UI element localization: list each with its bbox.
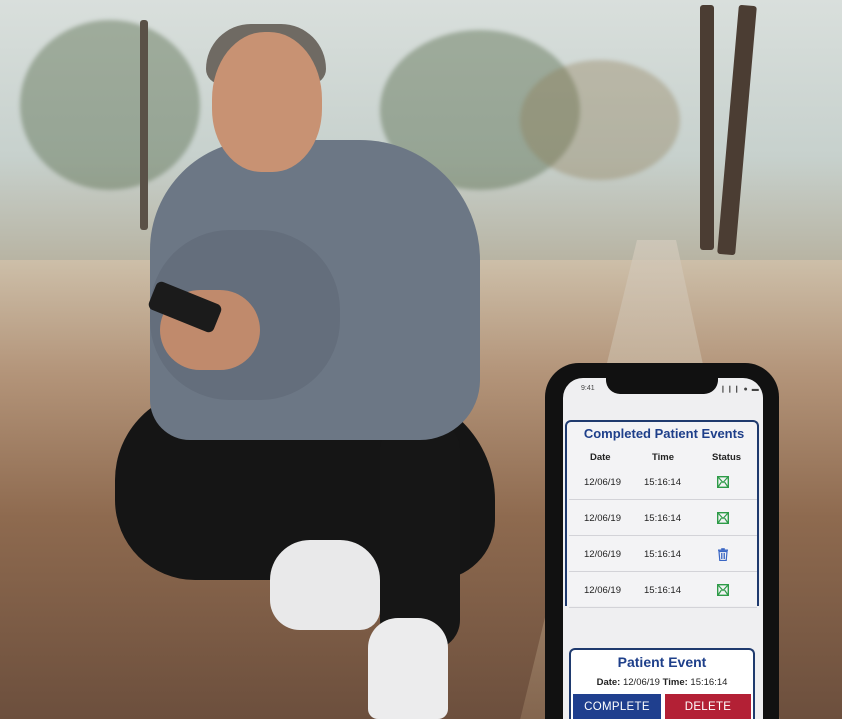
row-date: 12/06/19 [584, 549, 621, 560]
shoe [270, 540, 380, 630]
row-time: 15:16:14 [644, 477, 681, 488]
row-time: 15:16:14 [644, 513, 681, 524]
shoe [368, 618, 448, 719]
leg [380, 420, 460, 650]
tree-trunk [140, 20, 148, 230]
head [212, 32, 322, 172]
completed-envelope-icon[interactable] [717, 476, 729, 488]
phone-notch [606, 374, 718, 394]
table-row[interactable]: 12/06/19 15:16:14 [569, 500, 757, 536]
date-label: Date: [596, 677, 621, 688]
column-header-date: Date [590, 452, 611, 463]
event-title: Patient Event [617, 654, 707, 670]
tree-trunk [700, 5, 714, 250]
column-header-status: Status [712, 452, 742, 463]
trash-icon[interactable] [717, 547, 729, 561]
row-date: 12/06/19 [584, 585, 621, 596]
foliage [520, 60, 680, 180]
row-time: 15:16:14 [644, 585, 681, 596]
time-label: Time: [662, 677, 688, 688]
row-date: 12/06/19 [584, 477, 621, 488]
time-value: 15:16:14 [690, 677, 728, 688]
status-bar-time: 9:41 [581, 385, 595, 392]
completed-events-panel: Completed Patient Events Date Time Statu… [565, 420, 759, 608]
column-header-time: Time [652, 452, 675, 463]
table-row[interactable]: 12/06/19 15:16:14 [569, 536, 757, 572]
completed-envelope-icon[interactable] [717, 584, 729, 596]
status-bar-icons: ❙❙❙ ● ▬ [720, 386, 760, 393]
delete-button[interactable]: DELETE [665, 694, 751, 719]
event-datetime: Date: 12/06/19 Time: 15:16:14 [571, 677, 753, 688]
date-value: 12/06/19 [622, 677, 660, 688]
row-date: 12/06/19 [584, 513, 621, 524]
table-row[interactable]: 12/06/19 15:16:14 [569, 464, 757, 500]
complete-button[interactable]: COMPLETE [573, 694, 661, 719]
row-time: 15:16:14 [644, 549, 681, 560]
panel-title: Completed Patient Events [583, 426, 745, 441]
foliage [20, 20, 200, 190]
table-row[interactable]: 12/06/19 15:16:14 [569, 572, 757, 608]
completed-envelope-icon[interactable] [717, 512, 729, 524]
